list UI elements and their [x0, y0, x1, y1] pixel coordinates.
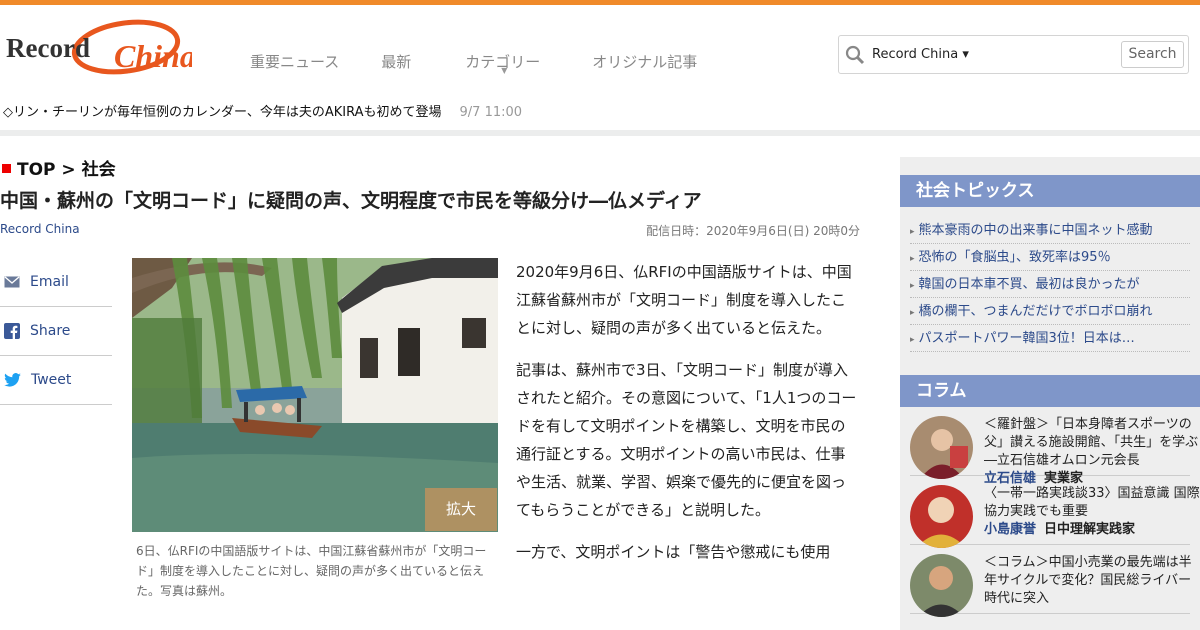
column-author-role: 日中理解実践家	[1044, 522, 1136, 537]
share-twitter-label: Tweet	[31, 372, 72, 388]
share-facebook-label: Share	[30, 323, 71, 339]
header-divider	[0, 130, 1200, 136]
author-avatar	[910, 416, 973, 479]
topic-link[interactable]: パスポートパワー韓国3位！日本は…	[910, 325, 1190, 352]
enlarge-photo-button[interactable]: 拡大	[425, 488, 497, 531]
news-ticker[interactable]: ◇リン・チーリンが毎年恒例のカレンダー、今年は夫のAKIRAも初めて登場 9/7 …	[3, 101, 522, 120]
ticker-time: 9/7 11:00	[459, 105, 523, 120]
breadcrumb: TOP > 社会	[2, 155, 116, 180]
topic-link[interactable]: 恐怖の「食脳虫」、致死率は95％	[910, 244, 1190, 271]
ticker-headline[interactable]: ◇リン・チーリンが毎年恒例のカレンダー、今年は夫のAKIRAも初めて登場	[3, 105, 442, 120]
column-item[interactable]: ＜羅針盤＞「日本身障者スポーツの父」讃える施設開館、「共生」を学ぶ―立石信雄オム…	[910, 407, 1198, 486]
share-email-button[interactable]: Email	[0, 258, 112, 307]
record-china-logo[interactable]: Record China	[2, 17, 196, 77]
facebook-icon	[4, 323, 20, 339]
topic-link[interactable]: 熊本豪雨の中の出来事に中国ネット感動	[910, 217, 1190, 244]
topics-heading: 社会トピックス	[900, 175, 1200, 207]
column-title[interactable]: ＜羅針盤＞「日本身障者スポーツの父」讃える施設開館、「共生」を学ぶ―立石信雄オム…	[984, 417, 1198, 468]
column-heading: コラム	[900, 375, 1200, 407]
search-icon	[845, 45, 865, 65]
share-twitter-button[interactable]: Tweet	[0, 356, 112, 405]
breadcrumb-text[interactable]: TOP > 社会	[17, 160, 116, 180]
twitter-icon	[4, 373, 21, 387]
share-panel: Email Share Tweet	[0, 258, 112, 405]
red-square-icon	[2, 164, 11, 173]
search-box[interactable]: Record China ▾ Search	[838, 35, 1189, 74]
column-title[interactable]: 〈一帯一路実践談33〉国益意識 国際協力実践でも重要	[984, 486, 1200, 519]
column-item[interactable]: ＜コラム＞中国小売業の最先端は半年サイクルで変化？国民総ライバー時代に突入	[910, 545, 1192, 617]
svg-text:China: China	[114, 38, 192, 74]
chevron-down-icon: ▼	[501, 66, 508, 75]
article-body: 2020年9月6日、仏RFIの中国語版サイトは、中国江蘇省蘇州市が「文明コード」…	[516, 258, 858, 580]
article-title: 中国・蘇州の「文明コード」に疑問の声、文明程度で市民を等級分け―仏メディア	[0, 190, 702, 212]
share-facebook-button[interactable]: Share	[0, 307, 112, 356]
nav-important-news[interactable]: 重要ニュース	[250, 51, 339, 72]
article-paragraph: 一方で、文明ポイントは「警告や懲戒にも使用	[516, 543, 831, 561]
nav-latest[interactable]: 最新	[381, 51, 411, 72]
share-email-label: Email	[30, 274, 69, 290]
sidebar: 社会トピックス 熊本豪雨の中の出来事に中国ネット感動 恐怖の「食脳虫」、致死率は…	[900, 157, 1200, 630]
search-button[interactable]: Search	[1121, 41, 1184, 68]
article-paragraph: 記事は、蘇州市で3日、「文明コード」制度が導入されたと紹介。その意図について、「…	[516, 361, 857, 519]
topic-link[interactable]: 韓国の日本車不買、最初は良かったが	[910, 271, 1190, 298]
article-paragraph: 2020年9月6日、仏RFIの中国語版サイトは、中国江蘇省蘇州市が「文明コード」…	[516, 263, 852, 337]
article-date: 配信日時：2020年9月6日(日) 20時0分	[646, 224, 860, 238]
site-header: Record China 重要ニュース 最新 カテゴリー ▼ オリジナル記事 Re…	[0, 5, 1200, 120]
article-source[interactable]: Record China	[0, 222, 80, 236]
column-author[interactable]: 小島康誉	[984, 522, 1036, 537]
column-title[interactable]: ＜コラム＞中国小売業の最先端は半年サイクルで変化？国民総ライバー時代に突入	[984, 555, 1192, 606]
mail-icon	[4, 276, 20, 288]
author-avatar	[910, 554, 973, 617]
nav-original-articles[interactable]: オリジナル記事	[592, 51, 697, 72]
topics-list: 熊本豪雨の中の出来事に中国ネット感動 恐怖の「食脳虫」、致死率は95％ 韓国の日…	[900, 207, 1200, 352]
photo-caption: 6日、仏RFIの中国語版サイトは、中国江蘇省蘇州市が「文明コード」制度を導入した…	[136, 544, 487, 598]
svg-text:Record: Record	[6, 33, 90, 63]
search-scope-select[interactable]: Record China ▾	[872, 47, 969, 62]
nav-category[interactable]: カテゴリー ▼	[465, 51, 540, 75]
author-avatar	[910, 485, 973, 548]
main-nav: 重要ニュース 最新 カテゴリー ▼ オリジナル記事	[250, 51, 697, 75]
topic-link[interactable]: 橋の欄干、つまんだだけでボロボロ崩れ	[910, 298, 1190, 325]
column-item[interactable]: 〈一帯一路実践談33〉国益意識 国際協力実践でも重要小島康誉 日中理解実践家	[910, 476, 1200, 548]
